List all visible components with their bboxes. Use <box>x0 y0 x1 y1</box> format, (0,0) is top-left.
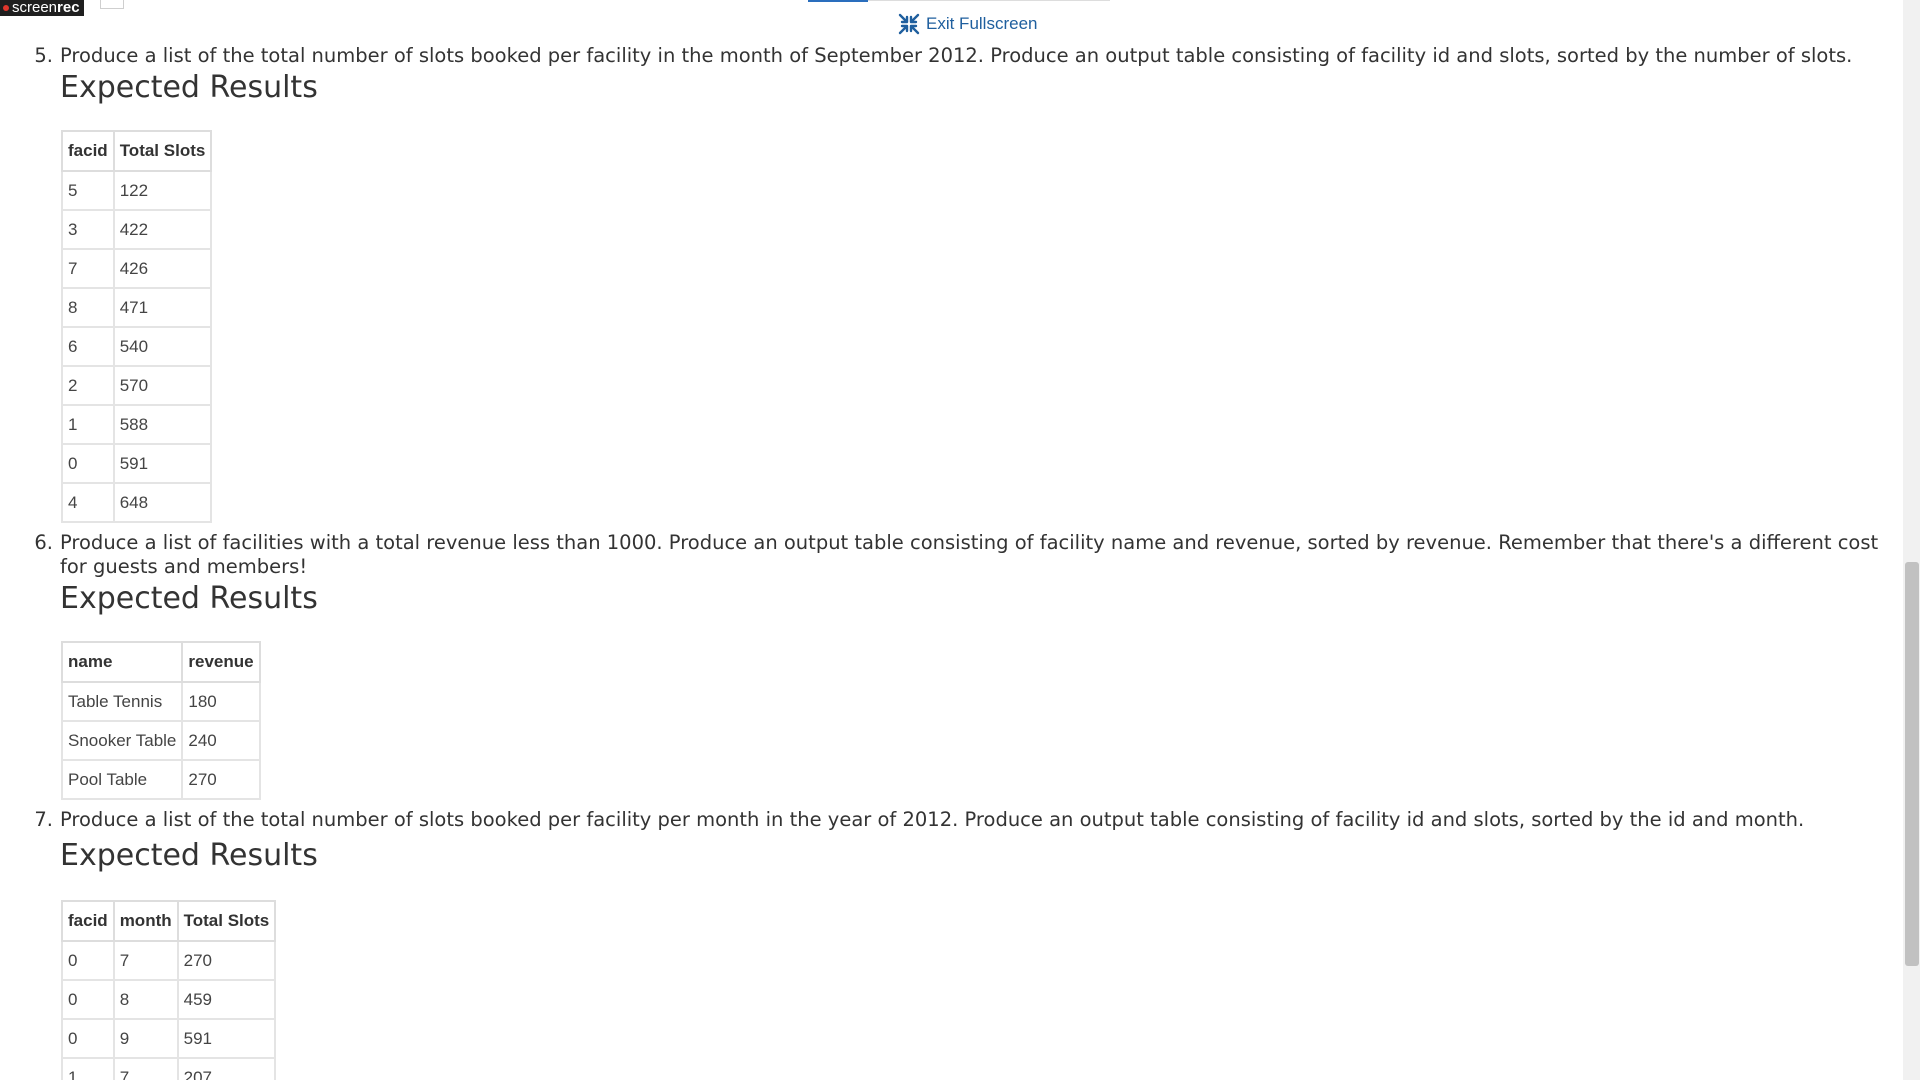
table-cell: 270 <box>181 759 261 800</box>
table-cell: 591 <box>176 1018 277 1059</box>
table-cell: 0 <box>61 979 115 1020</box>
table-row: 0 9 591 <box>61 1018 277 1059</box>
table-row: 5 122 <box>61 170 213 211</box>
exit-fullscreen-button[interactable]: Exit Fullscreen <box>898 13 1037 35</box>
table-row: 4 648 <box>61 482 213 523</box>
table-row: Pool Table 270 <box>60 759 261 800</box>
table-cell: 422 <box>112 209 213 250</box>
screenrec-frame <box>100 0 124 9</box>
table-cell: 471 <box>112 287 213 328</box>
table-cell: 9 <box>112 1018 179 1059</box>
column-header: revenue <box>181 641 261 683</box>
screenrec-watermark: screen rec <box>0 0 84 16</box>
table-row: 0 591 <box>61 443 213 484</box>
table-cell: 2 <box>61 365 115 406</box>
table-header-row: name revenue <box>60 641 261 683</box>
table-cell: 4 <box>61 482 115 523</box>
table-cell: 270 <box>176 940 277 981</box>
table-cell: 8 <box>112 979 179 1020</box>
table-cell: 588 <box>112 404 213 445</box>
table-cell: 648 <box>112 482 213 523</box>
table-row: Table Tennis 180 <box>60 681 261 722</box>
record-dot-icon <box>3 5 9 11</box>
table-row: 8 471 <box>61 287 213 328</box>
table-row: 0 8 459 <box>61 979 277 1020</box>
table-cell: 0 <box>61 443 115 484</box>
exit-fullscreen-label: Exit Fullscreen <box>926 14 1038 33</box>
question-body: Produce a list of the total number of sl… <box>60 44 1900 523</box>
table-cell: 1 <box>61 1057 115 1080</box>
table-cell: 591 <box>112 443 213 484</box>
table-cell: 426 <box>112 248 213 289</box>
table-cell: 180 <box>181 681 261 722</box>
question-item: 6. Produce a list of facilities with a to… <box>0 531 1900 800</box>
page: screen rec Exit Fullscreen 5. Produce a li… <box>0 0 1920 1080</box>
table-header-row: facid month Total Slots <box>61 900 277 942</box>
table-row: Snooker Table 240 <box>60 720 261 761</box>
screenrec-bold: rec <box>57 0 80 16</box>
table-row: 7 426 <box>61 248 213 289</box>
expected-results-heading: Expected Results <box>60 838 318 873</box>
table-row: 6 540 <box>61 326 213 367</box>
question-number: 7. <box>34 808 53 831</box>
table-row: 1 588 <box>61 404 213 445</box>
table-cell: Table Tennis <box>60 681 184 722</box>
column-header: Total Slots <box>112 130 213 172</box>
top-divider-line <box>868 0 1110 1</box>
question-number: 6. <box>34 531 53 554</box>
table-cell: 122 <box>112 170 213 211</box>
table-row: 1 7 207 <box>61 1057 277 1080</box>
column-header: name <box>60 641 184 683</box>
question-body: Produce a list of the total number of sl… <box>60 808 1900 1080</box>
table-cell: 240 <box>181 720 261 761</box>
vertical-scrollbar[interactable] <box>1903 0 1920 1080</box>
table-row: 0 7 270 <box>61 940 277 981</box>
table-cell: 207 <box>176 1057 277 1080</box>
table-cell: Snooker Table <box>60 720 184 761</box>
table-cell: 7 <box>112 940 179 981</box>
question-number: 5. <box>34 44 53 67</box>
expected-results-table: name revenue Table Tennis 180 Snooker Table 2… <box>60 641 261 800</box>
screenrec-light: screen <box>12 0 58 16</box>
table-cell: 0 <box>61 940 115 981</box>
table-cell: 6 <box>61 326 115 367</box>
table-cell: 5 <box>61 170 115 211</box>
table-cell: 540 <box>112 326 213 367</box>
top-accent-line <box>808 0 868 2</box>
table-row: 2 570 <box>61 365 213 406</box>
table-cell: 459 <box>176 979 277 1020</box>
table-cell: 7 <box>61 248 115 289</box>
expected-results-heading: Expected Results <box>60 581 318 616</box>
scrollbar-thumb[interactable] <box>1905 562 1919 966</box>
table-cell: 570 <box>112 365 213 406</box>
column-header: month <box>112 900 179 942</box>
column-header: facid <box>61 130 115 172</box>
table-cell: 0 <box>61 1018 115 1059</box>
expected-results-heading: Expected Results <box>60 70 318 105</box>
question-text: Produce a list of the total number of sl… <box>60 44 1853 67</box>
expected-results-table: facid Total Slots 5 122 3 422 7 426 8 471 6 540 2 570… <box>61 130 213 523</box>
table-header-row: facid Total Slots <box>61 130 213 172</box>
question-text: Produce a list of facilities with a tota… <box>60 531 1879 578</box>
table-cell: Pool Table <box>60 759 184 800</box>
table-cell: 1 <box>61 404 115 445</box>
expected-results-table: facid month Total Slots 0 7 270 0 8 459 0 9 591 1 7 20… <box>61 900 277 1080</box>
question-body: Produce a list of facilities with a tota… <box>60 531 1900 800</box>
column-header: Total Slots <box>176 900 277 942</box>
question-item: 7. Produce a list of the total number of … <box>0 808 1900 1080</box>
table-row: 3 422 <box>61 209 213 250</box>
table-cell: 8 <box>61 287 115 328</box>
column-header: facid <box>61 900 115 942</box>
question-text: Produce a list of the total number of sl… <box>60 808 1805 831</box>
collapse-arrows-icon <box>898 13 920 35</box>
table-cell: 7 <box>112 1057 179 1080</box>
table-cell: 3 <box>61 209 115 250</box>
question-item: 5. Produce a list of the total number of … <box>0 44 1900 523</box>
exercise-list: 5. Produce a list of the total number of … <box>0 44 1900 1080</box>
